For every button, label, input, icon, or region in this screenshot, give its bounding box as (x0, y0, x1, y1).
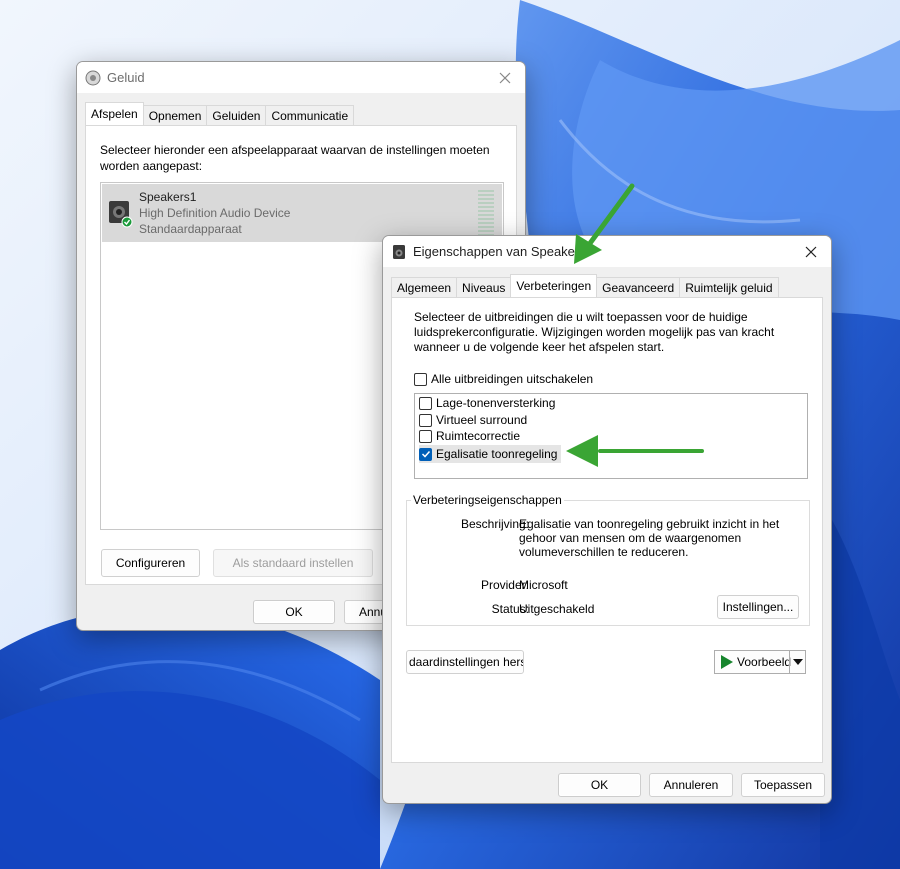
properties-instruction: Selecteer de uitbreidingen die u wilt to… (414, 310, 775, 354)
properties-title: Eigenschappen van Speake (413, 244, 575, 259)
device-name: Speakers1 (139, 190, 197, 204)
apply-button[interactable]: Toepassen (741, 773, 825, 797)
tab-verbeteringen[interactable]: Verbeteringen (510, 274, 598, 297)
sound-tabs: Afspelen Opnemen Geluiden Communicatie (85, 102, 355, 125)
device-status: Standaardapparaat (139, 222, 242, 236)
group-title: Verbeteringseigenschappen (411, 493, 564, 507)
tab-geavanceerd[interactable]: Geavanceerd (596, 277, 681, 297)
preview-button[interactable]: Voorbeeld (714, 650, 806, 674)
annotation-arrow-tab (574, 183, 635, 264)
enhancement-label: Ruimtecorrectie (436, 429, 521, 443)
close-button[interactable] (485, 62, 525, 93)
preview-label: Voorbeeld (737, 655, 792, 669)
disable-all-checkbox[interactable]: Alle uitbreidingen uitschakelen (414, 372, 593, 386)
set-default-button[interactable]: Als standaard instellen (213, 549, 373, 577)
enhancement-label: Lage-tonenversterking (436, 396, 556, 410)
tab-ruimtelijk-geluid[interactable]: Ruimtelijk geluid (679, 277, 779, 297)
volume-meter (478, 190, 494, 238)
tab-communicatie[interactable]: Communicatie (265, 105, 355, 125)
close-button[interactable] (791, 236, 831, 267)
tab-afspelen[interactable]: Afspelen (85, 102, 144, 125)
enhancement-properties-group: Verbeteringseigenschappen Beschrijving: … (406, 493, 810, 626)
cancel-button[interactable]: Annuleren (649, 773, 733, 797)
enhancement-label: Virtueel surround (436, 413, 528, 427)
annotation-arrow-checkbox (566, 435, 704, 467)
status-value: Uitgeschakeld (519, 602, 595, 616)
disable-all-label: Alle uitbreidingen uitschakelen (431, 372, 594, 386)
sound-titlebar[interactable]: Geluid (77, 62, 525, 93)
enhancement-ruimtecorrectie[interactable]: Ruimtecorrectie (419, 429, 520, 443)
checkbox-box (419, 413, 432, 427)
checkbox-box (419, 396, 432, 410)
tab-algemeen[interactable]: Algemeen (391, 277, 458, 297)
tab-opnemen[interactable]: Opnemen (142, 105, 208, 125)
sound-ok-button[interactable]: OK (253, 600, 335, 624)
speaker-icon (393, 244, 405, 259)
speaker-device-icon (109, 201, 133, 228)
enhancement-label: Egalisatie toonregeling (436, 447, 558, 461)
close-icon (499, 72, 511, 83)
checkbox-box-checked (419, 447, 432, 461)
play-icon (721, 655, 733, 669)
configure-button[interactable]: Configureren (101, 549, 200, 577)
description-value: Egalisatie van toonregeling gebruikt inz… (519, 517, 780, 559)
enhancement-egalisatie[interactable]: Egalisatie toonregeling (419, 445, 562, 463)
ok-button[interactable]: OK (558, 773, 641, 797)
speaker-icon (85, 70, 101, 85)
checkmark-icon (421, 450, 430, 458)
settings-button[interactable]: Instellingen... (717, 595, 799, 619)
preview-dropdown[interactable] (789, 651, 805, 673)
close-icon (805, 246, 817, 257)
device-item[interactable]: Speakers1 High Definition Audio Device S… (102, 184, 502, 242)
device-description: High Definition Audio Device (139, 206, 291, 220)
enhancement-virtueel-surround[interactable]: Virtueel surround (419, 413, 527, 427)
checkbox-box (419, 429, 432, 443)
disable-all-box (414, 372, 427, 386)
sound-instruction: Selecteer hieronder een afspeelapparaat … (100, 143, 490, 173)
restore-defaults-button[interactable]: daardinstellingen herst (406, 650, 524, 674)
enhancement-lage-tonen[interactable]: Lage-tonenversterking (419, 396, 555, 410)
properties-dialog: Eigenschappen van Speake Algemeen Niveau… (382, 235, 832, 804)
tab-geluiden[interactable]: Geluiden (206, 105, 267, 125)
chevron-down-icon (792, 659, 803, 665)
tab-niveaus[interactable]: Niveaus (456, 277, 512, 297)
sound-title: Geluid (107, 70, 145, 85)
properties-tabs: Algemeen Niveaus Verbeteringen Geavancee… (391, 274, 779, 297)
properties-tabpage: Selecteer de uitbreidingen die u wilt to… (391, 297, 823, 763)
provider-value: Microsoft (519, 578, 568, 592)
